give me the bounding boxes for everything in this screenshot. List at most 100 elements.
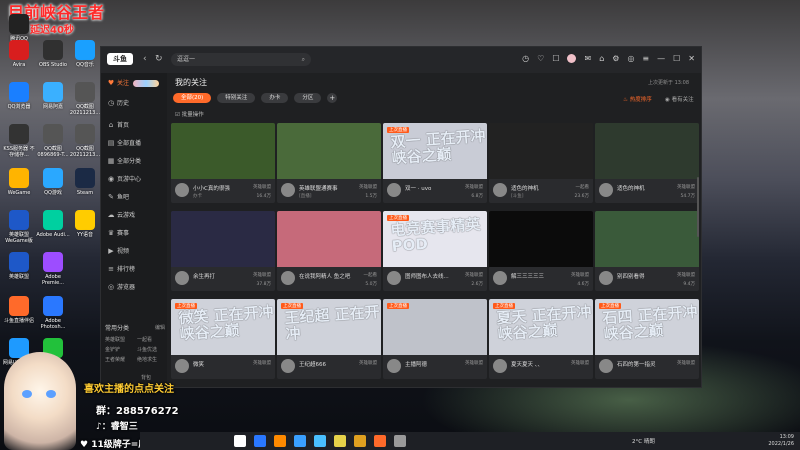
desktop-icon[interactable]: QQ游戏 bbox=[36, 168, 70, 196]
desktop-icon[interactable]: Adobe Photosh... bbox=[36, 296, 70, 330]
record-icon[interactable]: ◎ bbox=[627, 54, 634, 63]
follow-tab[interactable]: 全部(20) bbox=[173, 93, 212, 103]
desktop-icon[interactable]: 腾讯QQ bbox=[2, 14, 36, 42]
streamer-avatar[interactable] bbox=[493, 183, 507, 197]
heart-icon[interactable]: ♡ bbox=[537, 54, 544, 63]
stream-category[interactable]: 英雄联盟 bbox=[359, 360, 377, 366]
streamer-avatar[interactable] bbox=[281, 359, 295, 373]
minimize-icon[interactable]: — bbox=[657, 54, 665, 63]
fav-edit-button[interactable]: 编辑 bbox=[155, 325, 165, 332]
streamer-avatar[interactable] bbox=[281, 183, 295, 197]
stream-card[interactable]: 上次直播 王纪超 正在开冲 王纪超666 英雄联盟 bbox=[277, 299, 381, 379]
sidebar-item[interactable]: ◉ 页游中心 bbox=[105, 171, 165, 187]
stream-card[interactable]: 上次直播 双一 正在开冲 峡谷之巅 双一 · uvo 英雄联盟 6.8万 bbox=[383, 123, 487, 203]
stream-thumbnail[interactable] bbox=[595, 123, 699, 179]
stream-category[interactable]: 一起看 bbox=[576, 184, 590, 190]
stream-category[interactable]: 英雄联盟 bbox=[677, 184, 695, 190]
streamer-avatar[interactable] bbox=[387, 183, 401, 197]
desktop-icon[interactable]: KSS服务器 不存储存... bbox=[2, 124, 36, 158]
streamer-name[interactable]: 夏天夏天 、、 bbox=[511, 360, 563, 368]
add-tab-button[interactable]: + bbox=[327, 93, 338, 103]
sort-option-2[interactable]: ◉ 看有关注 bbox=[665, 95, 694, 103]
fav-category[interactable]: 金铲铲 bbox=[105, 347, 135, 354]
desktop-icon[interactable]: 英雄联盟 bbox=[2, 252, 36, 280]
taskbar-app-icon[interactable] bbox=[394, 435, 406, 447]
stream-card[interactable]: 上次直播 电竞赛事精英 POD 图师图布人去线... 英雄联盟 2.6万 bbox=[383, 211, 487, 291]
refresh-icon[interactable]: ↻ bbox=[155, 54, 163, 64]
streamer-name[interactable]: 主播阿德 bbox=[405, 360, 457, 368]
stream-card[interactable]: 上次直播 微笑 正在开冲 峡谷之巅 微笑 英雄联盟 bbox=[171, 299, 275, 379]
stream-category[interactable]: 一起看 bbox=[364, 272, 378, 278]
streamer-avatar[interactable] bbox=[599, 183, 613, 197]
stream-category[interactable]: 英雄联盟 bbox=[465, 184, 483, 190]
stream-thumbnail[interactable] bbox=[277, 211, 381, 267]
streamer-name[interactable]: 适色的神机 bbox=[511, 184, 563, 192]
stream-category[interactable]: 英雄联盟 bbox=[571, 272, 589, 278]
menu-icon[interactable]: ≡ bbox=[642, 54, 649, 63]
desktop-icon[interactable]: Adobe Audi... bbox=[36, 210, 70, 238]
streamer-name[interactable]: 适色的神机 bbox=[617, 184, 669, 192]
streamer-avatar[interactable] bbox=[281, 271, 295, 285]
desktop-icon[interactable]: Avira bbox=[2, 40, 36, 68]
stream-card[interactable]: 适色的神机 [斗鱼] 一起看 23.6万 bbox=[489, 123, 593, 203]
streamer-avatar[interactable] bbox=[175, 359, 189, 373]
sidebar-item[interactable]: ⌂ 首页 bbox=[105, 117, 165, 133]
follow-tab[interactable]: 办卡 bbox=[261, 93, 289, 103]
sidebar-item[interactable]: ✎ 鱼吧 bbox=[105, 189, 165, 205]
streamer-name[interactable]: 解三三三三三 bbox=[511, 272, 563, 280]
stream-thumbnail[interactable] bbox=[489, 123, 593, 179]
stream-card[interactable]: 上次直播 主播阿德 英雄联盟 bbox=[383, 299, 487, 379]
shirt-icon[interactable]: ⌂ bbox=[599, 54, 604, 63]
stream-category[interactable]: 英雄联盟 bbox=[253, 272, 271, 278]
streamer-avatar[interactable] bbox=[387, 271, 401, 285]
taskbar-app-icon[interactable] bbox=[354, 435, 366, 447]
stream-card[interactable]: 适色的神机 英雄联盟 54.7万 bbox=[595, 123, 699, 203]
stream-card[interactable]: 英雄联盟通赛事 [直播] 英雄联盟 1.5万 bbox=[277, 123, 381, 203]
desktop-icon[interactable]: QQ截图 20211213... bbox=[68, 82, 102, 116]
stream-category[interactable]: 英雄联盟 bbox=[253, 360, 271, 366]
desktop-icon[interactable]: QQ截图 20211213... bbox=[68, 124, 102, 158]
stream-category[interactable]: 英雄联盟 bbox=[465, 272, 483, 278]
stream-thumbnail[interactable]: 上次直播 夏天 正在开冲 峡谷之巅 bbox=[489, 299, 593, 355]
desktop-icon[interactable]: YY语音 bbox=[68, 210, 102, 238]
fav-category[interactable]: 王者荣耀 bbox=[105, 357, 135, 364]
stream-card[interactable]: 余生再打 英雄联盟 37.8万 bbox=[171, 211, 275, 291]
stream-category[interactable]: 英雄联盟 bbox=[677, 360, 695, 366]
douyu-logo[interactable]: 斗鱼 bbox=[107, 53, 133, 65]
stream-card[interactable]: 上次直播 石四 正在开冲 峡谷之巅 石四的第一指灵 英雄联盟 bbox=[595, 299, 699, 379]
fav-category[interactable]: 一起看 bbox=[137, 337, 167, 344]
gift-icon[interactable]: ☐ bbox=[552, 54, 559, 63]
close-icon[interactable]: ✕ bbox=[688, 54, 695, 63]
stream-thumbnail[interactable] bbox=[277, 123, 381, 179]
maximize-icon[interactable]: ☐ bbox=[673, 54, 680, 63]
streamer-avatar[interactable] bbox=[387, 359, 401, 373]
streamer-avatar[interactable] bbox=[599, 359, 613, 373]
streamer-name[interactable]: 别四别看得 bbox=[617, 272, 669, 280]
streamer-name[interactable]: 王纪超666 bbox=[299, 360, 351, 368]
desktop-icon[interactable]: QQ浏览器 bbox=[2, 82, 36, 110]
streamer-name[interactable]: 余生再打 bbox=[193, 272, 245, 280]
sidebar-item[interactable]: ▶ 视频 bbox=[105, 243, 165, 259]
desktop-icon[interactable]: WeGame bbox=[2, 168, 36, 196]
fav-category[interactable]: 英雄联盟 bbox=[105, 337, 135, 344]
follow-tab[interactable]: 分区 bbox=[294, 93, 322, 103]
sidebar-item[interactable]: ◷ 历史 bbox=[105, 95, 165, 111]
stream-card[interactable]: 别四别看得 英雄联盟 9.4万 bbox=[595, 211, 699, 291]
streamer-avatar[interactable] bbox=[175, 271, 189, 285]
sidebar-item[interactable]: ▤ 全部直播 bbox=[105, 135, 165, 151]
streamer-name[interactable]: 英雄联盟通赛事 bbox=[299, 184, 351, 192]
weather-text[interactable]: 2°C 晴朗 bbox=[632, 437, 655, 445]
stream-thumbnail[interactable] bbox=[489, 211, 593, 267]
sidebar-item[interactable]: ◎ 游览器 bbox=[105, 279, 165, 295]
stream-category[interactable]: 英雄联盟 bbox=[677, 272, 695, 278]
avatar-icon[interactable] bbox=[567, 54, 577, 63]
search-icon[interactable]: ⌕ bbox=[302, 53, 305, 66]
search-input[interactable]: 逗逗一 ⌕ bbox=[171, 53, 311, 66]
streamer-name[interactable]: 石四的第一指灵 bbox=[617, 360, 669, 368]
desktop-icon[interactable]: 英雄联盟 WeGame版 bbox=[2, 210, 36, 244]
taskbar-app-icon[interactable] bbox=[294, 435, 306, 447]
streamer-name[interactable]: 图师图布人去线... bbox=[405, 272, 457, 280]
stream-category[interactable]: 英雄联盟 bbox=[359, 184, 377, 190]
desktop-icon[interactable]: QQ音乐 bbox=[68, 40, 102, 68]
follow-tab[interactable]: 特别关注 bbox=[217, 93, 256, 103]
